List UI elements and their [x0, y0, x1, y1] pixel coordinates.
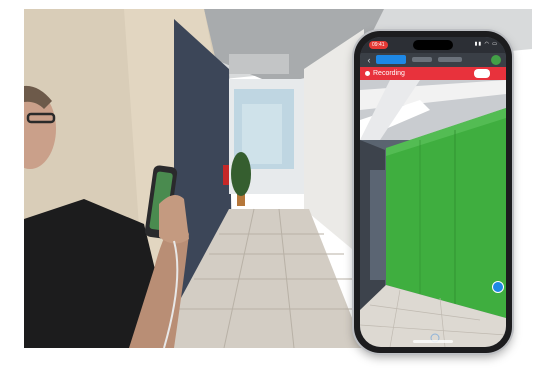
phone-frame: 09:41 ▮▮ ◠ ▭ ‹ Recording: [354, 31, 512, 353]
phone-screen: 09:41 ▮▮ ◠ ▭ ‹ Recording: [360, 37, 506, 347]
ar-scene-graphic: [360, 80, 506, 347]
status-bar: 09:41 ▮▮ ◠ ▭: [360, 37, 506, 53]
status-icons: ▮▮ ◠ ▭: [474, 41, 498, 47]
home-indicator[interactable]: [413, 340, 453, 343]
tab-third[interactable]: [438, 57, 462, 62]
location-marker-icon[interactable]: [492, 281, 504, 293]
recording-label: Recording: [373, 70, 405, 77]
stop-recording-button[interactable]: [474, 69, 490, 78]
avatar-icon[interactable]: [491, 55, 501, 65]
dynamic-island: [413, 40, 453, 50]
tab-second[interactable]: [412, 57, 432, 62]
record-dot-icon: [365, 71, 370, 76]
recording-bar: Recording: [360, 67, 506, 80]
chevron-left-icon[interactable]: ‹: [364, 55, 374, 65]
status-time: 09:41: [369, 41, 388, 49]
app-navbar: ‹: [360, 53, 506, 67]
tab-active[interactable]: [376, 55, 406, 64]
ar-camera-view[interactable]: [360, 80, 506, 347]
